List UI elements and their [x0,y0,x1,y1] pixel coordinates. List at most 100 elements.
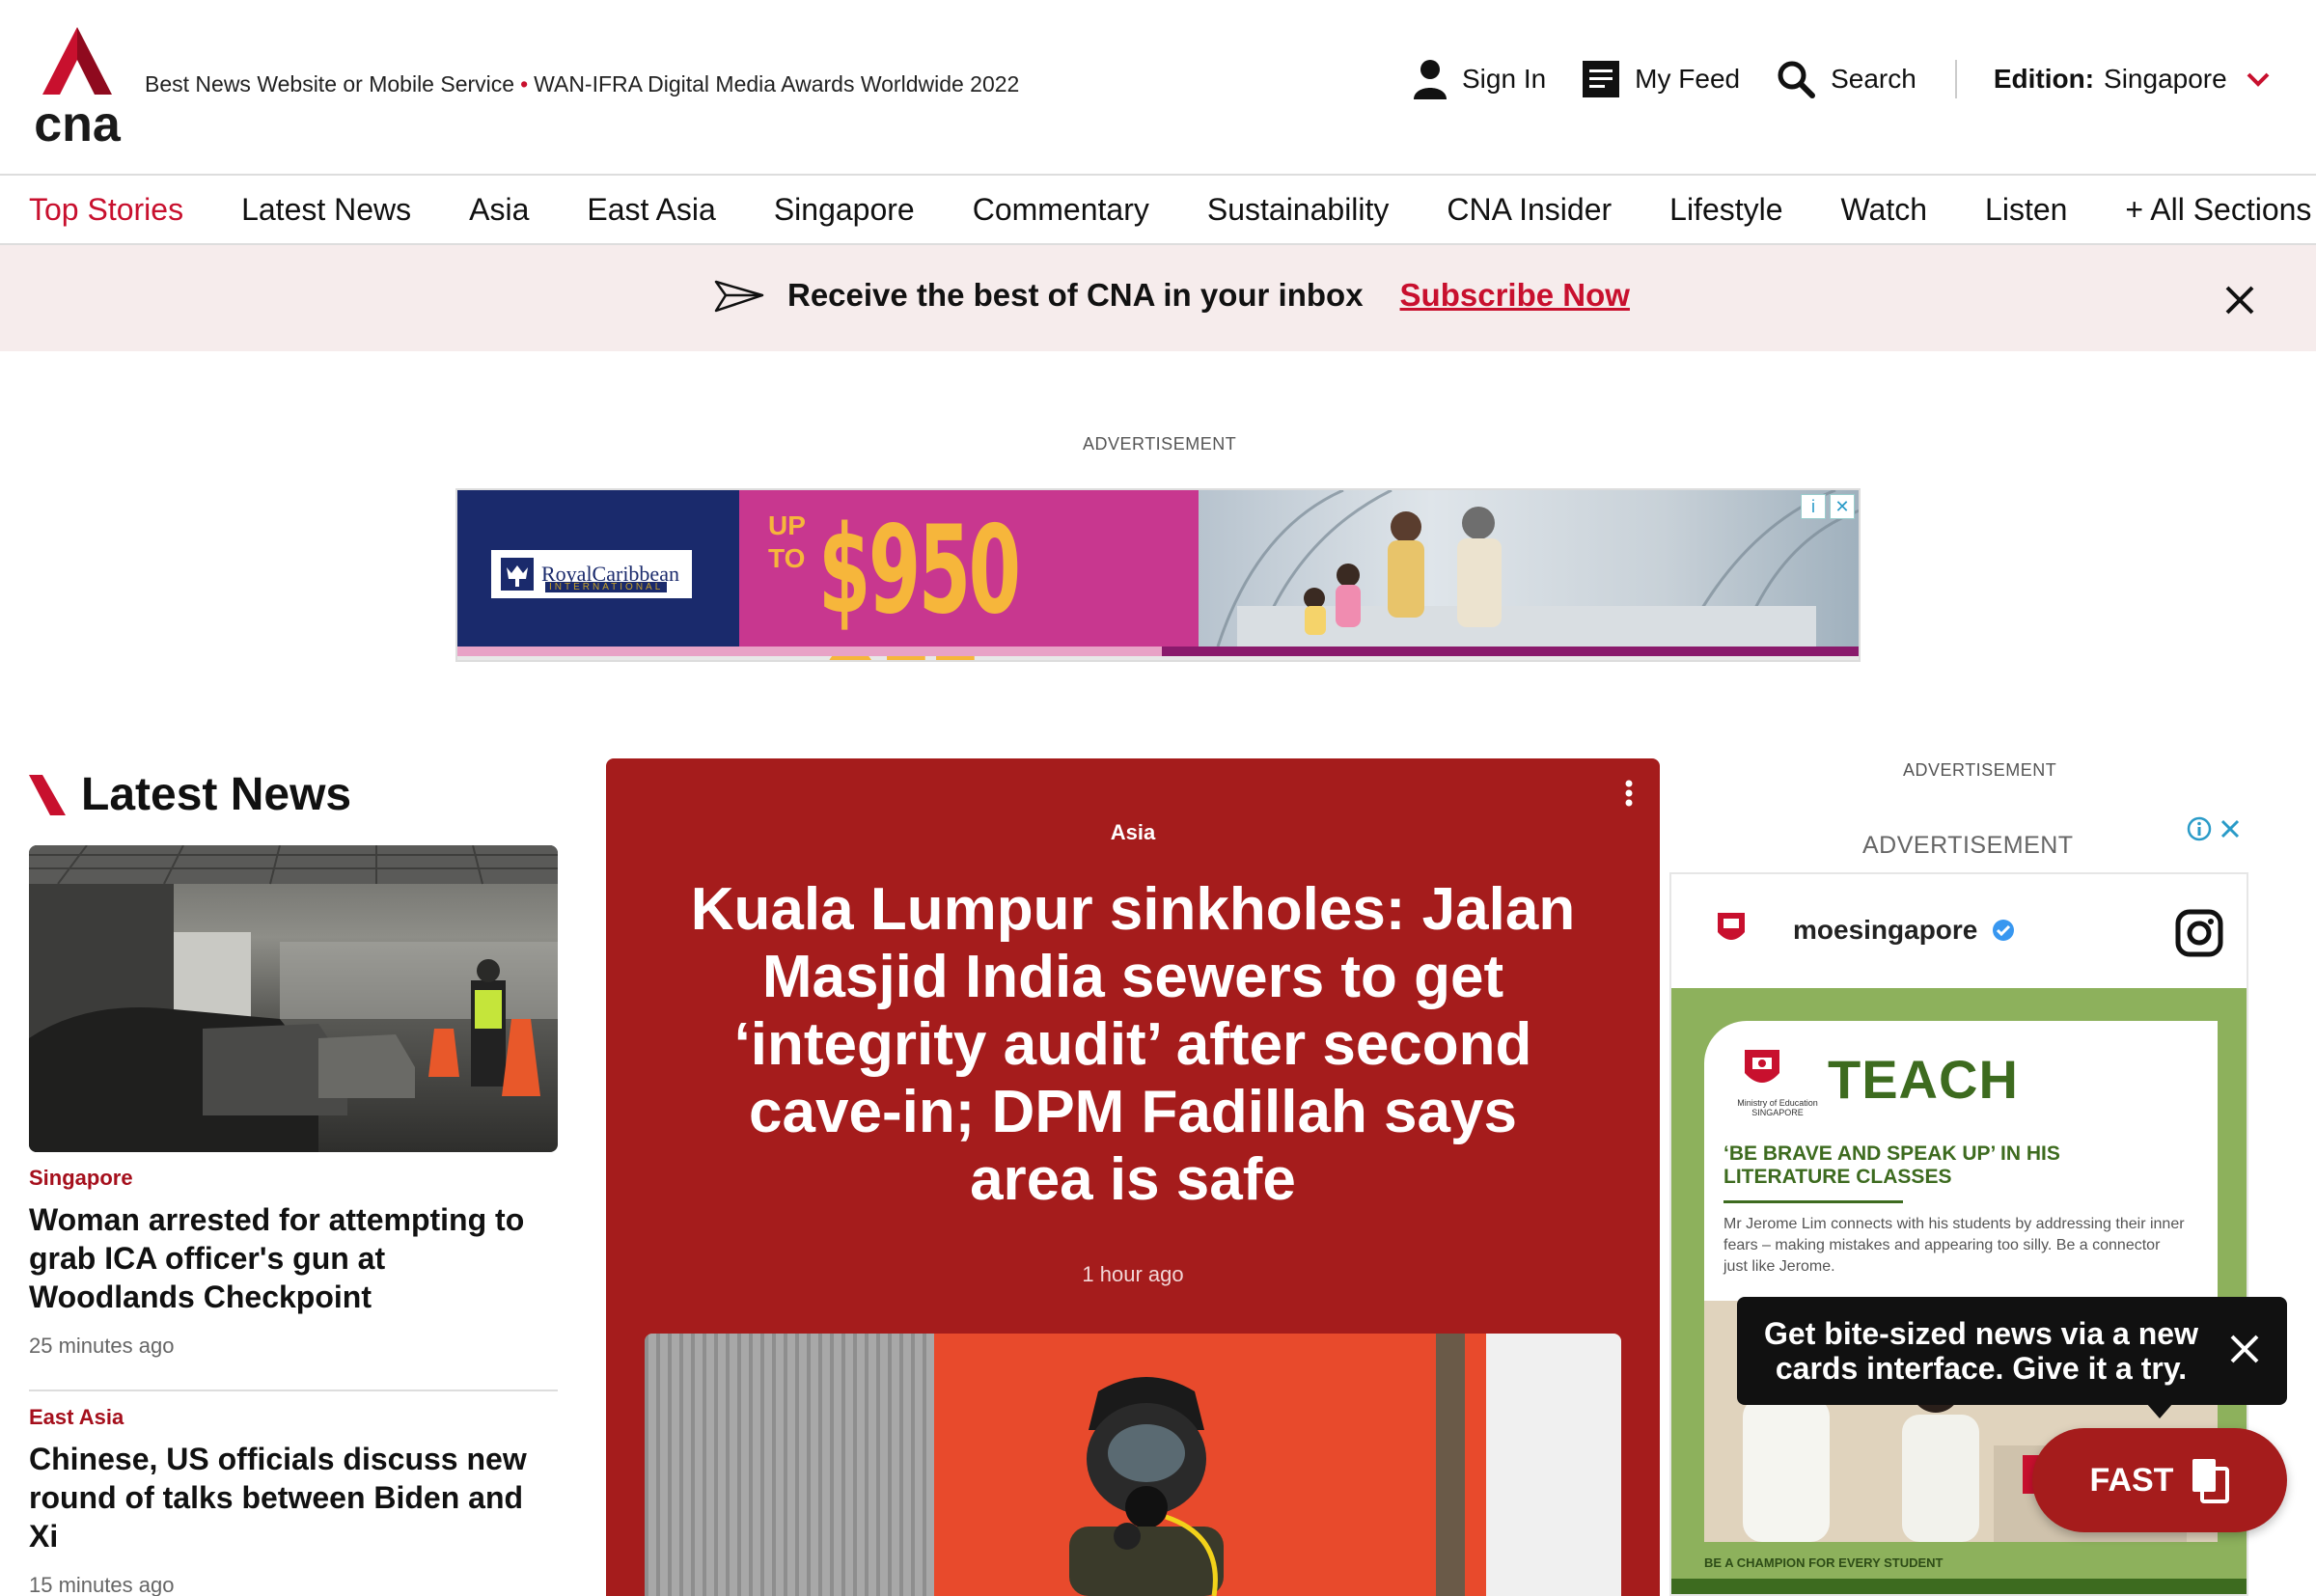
award-banner: Best News Website or Mobile Service • WAN-… [145,71,1019,97]
banner-brand-panel: RoyalCaribbean INTERNATIONAL [457,490,739,647]
nav-item-singapore[interactable]: Singapore [774,192,915,228]
nav-item-top-stories[interactable]: Top Stories [29,192,183,228]
teach-subtitle: ‘BE BRAVE AND SPEAK UP’ IN HIS LITERATUR… [1723,1142,2060,1188]
story-category[interactable]: East Asia [29,1405,558,1430]
instagram-header: moesingapore [1671,874,2247,988]
story-category[interactable]: Singapore [29,1166,558,1191]
nav-item-all-sections[interactable]: + All Sections [2125,192,2311,228]
subscribe-text: Receive the best of CNA in your inbox [787,277,1364,313]
instagram-handle[interactable]: moesingapore [1793,915,1977,946]
nav-item-watch[interactable]: Watch [1841,192,1928,228]
header-actions: Sign In My Feed Search Edition: Singapor… [1414,56,2270,102]
ad-close-icon[interactable] [2220,818,2241,839]
story-title[interactable]: Chinese, US officials discuss new round … [29,1440,558,1555]
subscribe-now-link[interactable]: Subscribe Now [1400,277,1630,314]
banner-offer-panel: UP TO $950 OFF [739,490,1199,660]
moe-crest-icon [1745,1050,1779,1083]
nav-item-east-asia[interactable]: East Asia [587,192,715,228]
banner-photo [1199,490,1859,647]
nav-item-sustainability[interactable]: Sustainability [1207,192,1390,228]
fast-button[interactable]: FAST [2032,1428,2287,1532]
sign-in-label: Sign In [1462,64,1547,94]
info-icon[interactable]: i [1801,494,1826,519]
verified-badge-icon [1993,920,2014,941]
hero-image[interactable] [645,1334,1621,1596]
teach-footer: BE A CHAMPION FOR EVERY STUDENT [1704,1555,1944,1570]
teach-body: Mr Jerome Lim connects with his students… [1723,1216,2185,1275]
moe-crest-icon [1718,913,1745,940]
story-divider [29,1390,558,1391]
hero-category[interactable]: Asia [606,820,1660,845]
moe-label: Ministry of Education SINGAPORE [1737,1098,1818,1117]
award-dot: • [520,71,529,96]
nav-item-cna-insider[interactable]: CNA Insider [1447,192,1612,228]
close-icon[interactable] [2225,286,2254,315]
my-feed-label: My Feed [1635,64,1741,94]
edition-selector[interactable]: Edition: Singapore [1994,64,2270,95]
offer-amount: $950 OFF [818,499,1021,661]
feed-icon [1583,61,1620,97]
banner-stripe-dark [1162,647,1859,656]
nav-item-listen[interactable]: Listen [1985,192,2067,228]
checkpoint-photo [29,845,558,1152]
tree-trunk [1436,1334,1465,1596]
fast-tooltip: Get bite-sized news via a new cards inte… [1737,1297,2287,1405]
edition-label: Edition: [1993,64,2095,94]
teach-rule [1723,1200,1903,1203]
royal-caribbean-logo: RoyalCaribbean INTERNATIONAL [491,550,692,598]
ad-choices[interactable] [2187,816,2241,841]
nav-item-commentary[interactable]: Commentary [973,192,1149,228]
user-icon [1414,60,1447,99]
advertisement-label: ADVERTISEMENT [1083,434,1237,454]
crown-anchor-icon [501,558,534,591]
story-title[interactable]: Woman arrested for attempting to grab IC… [29,1200,558,1316]
sign-in-button[interactable]: Sign In [1414,59,1546,99]
section-title: Latest News [81,769,352,820]
site-header: cna Best News Website or Mobile Service •… [0,0,2316,174]
list-item[interactable]: Singapore Woman arrested for attempting … [29,1166,558,1359]
edition-value: Singapore [2104,64,2227,94]
more-options-icon[interactable] [1625,780,1633,807]
latest-news-heading: Latest News [29,768,351,821]
brand-sub: INTERNATIONAL [545,582,668,592]
rescuer-in-gas-mask [1069,1377,1224,1596]
main-nav: Top Stories Latest News Asia East Asia S… [0,174,2316,245]
list-item[interactable]: East Asia Chinese, US officials discuss … [29,1405,558,1596]
fast-label: FAST [2089,1461,2174,1499]
nav-item-latest-news[interactable]: Latest News [241,192,411,228]
header-divider [1954,60,1957,98]
nav-item-asia[interactable]: Asia [469,192,529,228]
hero-timestamp: 1 hour ago [1082,1262,1184,1286]
info-icon[interactable] [2187,816,2212,841]
search-icon [1778,61,1816,98]
ad-close-icon[interactable]: ✕ [1830,494,1855,519]
subscribe-bar: Receive the best of CNA in your inbox Su… [0,245,2316,351]
my-feed-button[interactable]: My Feed [1583,61,1740,97]
hero-headline[interactable]: Kuala Lumpur sinkholes: Jalan Masjid Ind… [683,876,1583,1214]
instagram-icon[interactable] [2175,909,2223,957]
close-icon[interactable] [2229,1334,2260,1364]
hero-story-card[interactable]: Asia Kuala Lumpur sinkholes: Jalan Masji… [606,758,1660,1596]
tooltip-arrow [2146,1403,2173,1418]
shutter-wall [645,1334,934,1596]
nav-item-lifestyle[interactable]: Lifestyle [1669,192,1782,228]
white-wall [1486,1334,1621,1596]
cards-icon [2192,1459,2230,1503]
paper-plane-icon [714,280,764,313]
story-timestamp: 25 minutes ago [29,1334,175,1358]
chevron-down-icon [2247,72,2270,87]
search-button[interactable]: Search [1777,60,1916,98]
story-image[interactable] [29,845,558,1152]
offer-upto: UP TO [768,510,806,573]
banner-ad[interactable]: RoyalCaribbean INTERNATIONAL UP TO $950 … [455,488,1861,662]
ad-choices[interactable]: i ✕ [1801,494,1855,519]
advertisement-label-large: ADVERTISEMENT [1862,832,2074,859]
cna-logo[interactable]: cna [29,27,125,145]
subscribe-content: Receive the best of CNA in your inbox Su… [714,276,1630,315]
award-text: Best News Website or Mobile Service [145,71,515,96]
teach-title: TEACH [1828,1049,2019,1110]
tooltip-text: Get bite-sized news via a new cards inte… [1764,1316,2198,1386]
search-label: Search [1831,64,1916,94]
cna-slash-icon [29,774,66,815]
svg-text:cna: cna [34,96,122,145]
